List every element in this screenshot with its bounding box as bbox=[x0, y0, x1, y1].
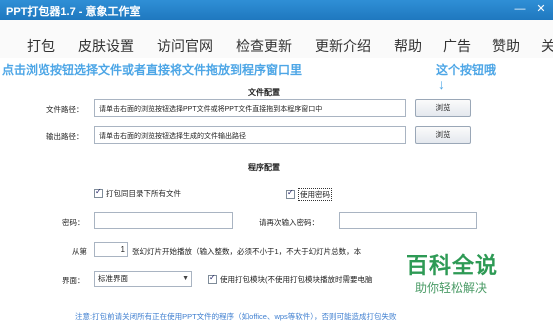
footer-note: 注意:打包前请关闭所有正在使用PPT文件的程序（如office、wps等软件），… bbox=[75, 312, 397, 321]
file-path-label: 文件路径： bbox=[46, 105, 84, 114]
start-slide-description: 张幻灯片开始播放（输入整数，必须不小于1，不大于幻灯片总数，本 bbox=[132, 247, 362, 256]
ui-select-value: 标准界面 bbox=[98, 274, 128, 283]
menu-visit-website[interactable]: 访问官网 bbox=[157, 36, 213, 56]
watermark-main: 百科全说 bbox=[406, 253, 499, 278]
menu-skin-settings[interactable]: 皮肤设置 bbox=[78, 36, 134, 56]
output-path-field[interactable]: 请单击右面的浏览按钮选择生成的文件输出路径 bbox=[94, 126, 406, 144]
hint-text: 点击浏览按钮选择文件或者直接将文件拖放到程序窗口里 bbox=[2, 63, 303, 77]
file-path-field[interactable]: 请单击右面的浏览按钮选择PPT文件或将PPT文件直接拖到本程序窗口中 bbox=[94, 99, 406, 117]
checkbox-checked-icon[interactable] bbox=[208, 273, 217, 284]
title-bar: PPT打包器1.7 - 意象工作室 — ✕ bbox=[0, 0, 553, 20]
start-slide-label: 从第 bbox=[72, 247, 87, 256]
chevron-down-icon: ▼ bbox=[182, 275, 189, 282]
password-input[interactable] bbox=[94, 212, 233, 229]
password-confirm-label: 请再次输入密码： bbox=[259, 218, 319, 227]
menu-about[interactable]: 关 bbox=[541, 36, 553, 56]
hint-button-text: 这个按钮哦 bbox=[436, 63, 497, 77]
menu-ads[interactable]: 广告 bbox=[443, 36, 471, 56]
ui-label: 界面： bbox=[62, 276, 85, 285]
menu-help[interactable]: 帮助 bbox=[394, 36, 422, 56]
menu-pack[interactable]: 打包 bbox=[27, 36, 55, 56]
watermark-logo: 百科全说 助你轻松解决 bbox=[388, 242, 528, 302]
menu-bar: 打包 皮肤设置 访问官网 检查更新 更新介绍 帮助 广告 赞助 关 bbox=[0, 20, 553, 58]
browse-file-button[interactable]: 浏览 bbox=[415, 99, 471, 117]
file-config-title: 文件配置 bbox=[248, 88, 280, 97]
watermark-sub: 助你轻松解决 bbox=[415, 281, 488, 295]
pack-all-label: 打包同目录下所有文件 bbox=[106, 189, 181, 198]
use-password-label: 使用密码 bbox=[298, 188, 332, 201]
menu-update-intro[interactable]: 更新介绍 bbox=[315, 36, 371, 56]
output-path-label: 输出路径： bbox=[46, 132, 84, 141]
checkbox-checked-icon[interactable] bbox=[286, 188, 295, 199]
menu-sponsor[interactable]: 赞助 bbox=[492, 36, 520, 56]
arrow-down-icon: ↓ bbox=[438, 76, 445, 92]
start-slide-input[interactable]: 1 bbox=[94, 242, 128, 257]
use-password-checkbox[interactable]: 使用密码 bbox=[286, 188, 332, 201]
minimize-button[interactable]: — bbox=[512, 2, 528, 17]
use-pack-module-label: 使用打包模块(不使用打包模块播放时需要电脑 bbox=[220, 275, 373, 284]
password-label: 密码： bbox=[62, 218, 85, 227]
checkbox-checked-icon[interactable] bbox=[94, 187, 103, 198]
password-confirm-input[interactable] bbox=[339, 212, 477, 229]
ui-select[interactable]: 标准界面 ▼ bbox=[94, 271, 192, 287]
use-pack-module-checkbox[interactable]: 使用打包模块(不使用打包模块播放时需要电脑 bbox=[208, 273, 373, 285]
pack-all-checkbox[interactable]: 打包同目录下所有文件 bbox=[94, 187, 181, 199]
program-config-title: 程序配置 bbox=[248, 163, 280, 172]
menu-check-update[interactable]: 检查更新 bbox=[236, 36, 292, 56]
browse-output-button[interactable]: 浏览 bbox=[415, 126, 471, 144]
close-button[interactable]: ✕ bbox=[533, 2, 549, 17]
window-title: PPT打包器1.7 - 意象工作室 bbox=[6, 6, 141, 18]
